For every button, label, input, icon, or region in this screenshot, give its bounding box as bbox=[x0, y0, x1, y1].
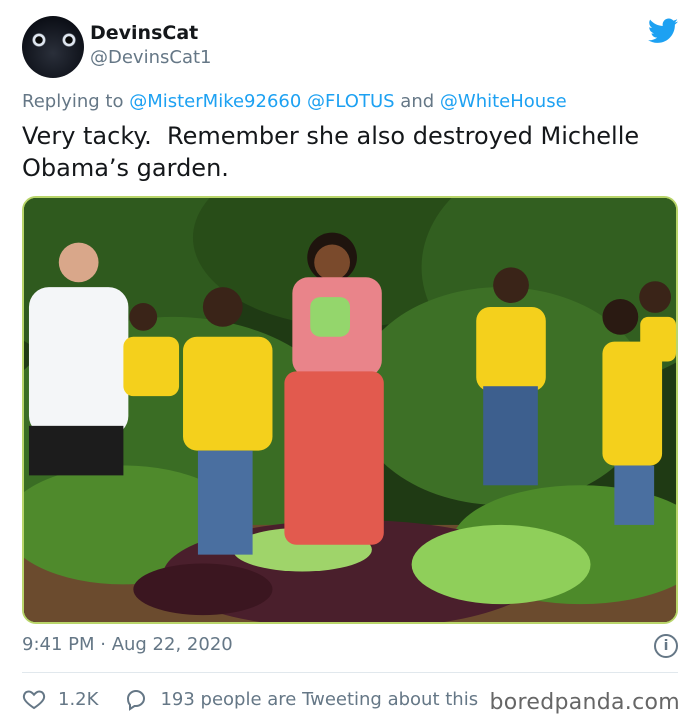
like-count: 1.2K bbox=[58, 688, 99, 710]
replying-prefix: Replying to bbox=[22, 91, 124, 112]
user-display-name[interactable]: DevinsCat bbox=[90, 22, 198, 44]
tweet-card: DevinsCat @DevinsCat1 Replying to @Miste… bbox=[0, 0, 700, 725]
user-avatar[interactable] bbox=[22, 16, 84, 78]
like-action[interactable]: 1.2K bbox=[22, 687, 98, 711]
boredpanda-watermark: boredpanda.com bbox=[485, 690, 684, 715]
avatar-eye-right bbox=[62, 33, 76, 47]
user-handle[interactable]: @DevinsCat1 bbox=[90, 47, 211, 68]
mention-link[interactable]: @FLOTUS bbox=[307, 91, 395, 112]
tweeting-action[interactable]: 193 people are Tweeting about this bbox=[124, 687, 478, 711]
mention-link[interactable]: @MisterMike92660 bbox=[129, 91, 301, 112]
speech-bubble-icon bbox=[127, 689, 146, 711]
tweet-text: Very tacky. Remember she also destroyed … bbox=[22, 122, 647, 182]
heart-icon bbox=[22, 690, 46, 710]
replying-to-line: Replying to @MisterMike92660 @FLOTUS and… bbox=[22, 91, 567, 112]
tweet-photo[interactable] bbox=[22, 196, 678, 624]
tweeting-count-text: 193 people are Tweeting about this bbox=[160, 688, 479, 710]
twitter-bird-icon[interactable] bbox=[648, 18, 678, 44]
info-icon[interactable]: i bbox=[654, 634, 678, 658]
tweet-timestamp[interactable]: 9:41 PM · Aug 22, 2020 bbox=[22, 634, 233, 655]
divider bbox=[22, 672, 678, 673]
avatar-eye-left bbox=[32, 33, 46, 47]
tweet-actions: 1.2K 193 people are Tweeting about this bbox=[22, 684, 504, 714]
garden-photo-illustration bbox=[24, 198, 676, 622]
replying-joiner: and bbox=[400, 91, 435, 112]
mention-link[interactable]: @WhiteHouse bbox=[440, 91, 567, 112]
